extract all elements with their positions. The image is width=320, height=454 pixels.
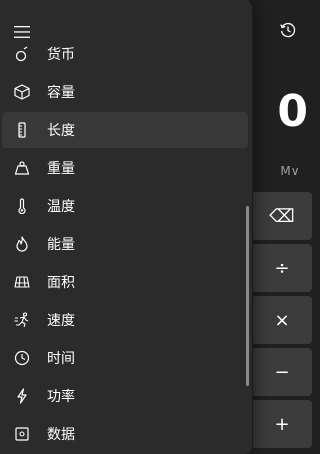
weight-icon — [13, 159, 31, 177]
divide-button[interactable]: ÷ — [252, 244, 312, 292]
nav-item-temperature[interactable]: 温度 — [2, 188, 248, 224]
lightning-icon — [13, 387, 31, 405]
subtract-button[interactable]: − — [252, 348, 312, 396]
multiply-button[interactable]: × — [252, 296, 312, 344]
backspace-button[interactable]: ⌫ — [252, 192, 312, 240]
ruler-icon — [13, 121, 31, 139]
nav-item-label: 时间 — [47, 351, 75, 367]
nav-item-label: 货币 — [47, 47, 75, 63]
nav-item-label: 面积 — [47, 275, 75, 291]
memory-button[interactable]: M∨ — [270, 160, 310, 182]
nav-item-weight[interactable]: 重量 — [2, 150, 248, 186]
drawer-scrollbar[interactable] — [246, 206, 249, 386]
history-icon — [280, 22, 296, 38]
nav-item-label: 速度 — [47, 313, 75, 329]
converter-list: 货币 容量 长度 重量 温度 能量 面积 速度 时间 功率 数据 — [0, 34, 252, 454]
nav-item-power[interactable]: 功率 — [2, 378, 248, 414]
nav-item-time[interactable]: 时间 — [2, 340, 248, 376]
currency-icon — [13, 45, 31, 63]
clock-icon — [13, 349, 31, 367]
nav-item-label: 温度 — [47, 199, 75, 215]
nav-item-label: 数据 — [47, 427, 75, 443]
nav-item-energy[interactable]: 能量 — [2, 226, 248, 262]
nav-item-volume[interactable]: 容量 — [2, 74, 248, 110]
history-button[interactable] — [272, 14, 304, 46]
menu-button[interactable] — [4, 18, 40, 46]
volume-cube-icon — [13, 83, 31, 101]
nav-item-label: 功率 — [47, 389, 75, 405]
nav-item-data[interactable]: 数据 — [2, 416, 248, 452]
nav-item-length[interactable]: 长度 — [2, 112, 248, 148]
nav-item-speed[interactable]: 速度 — [2, 302, 248, 338]
flame-icon — [13, 235, 31, 253]
thermometer-icon — [13, 197, 31, 215]
result-display: 0 — [277, 86, 308, 137]
nav-item-label: 能量 — [47, 237, 75, 253]
nav-item-label: 重量 — [47, 161, 75, 177]
navigation-drawer: 货币 容量 长度 重量 温度 能量 面积 速度 时间 功率 数据 — [0, 0, 253, 454]
add-button[interactable]: + — [252, 400, 312, 448]
hamburger-icon — [14, 26, 30, 38]
nav-item-label: 容量 — [47, 85, 75, 101]
area-grid-icon — [13, 273, 31, 291]
nav-item-label: 长度 — [47, 123, 75, 139]
nav-item-area[interactable]: 面积 — [2, 264, 248, 300]
speed-runner-icon — [13, 311, 31, 329]
data-icon — [13, 425, 31, 443]
